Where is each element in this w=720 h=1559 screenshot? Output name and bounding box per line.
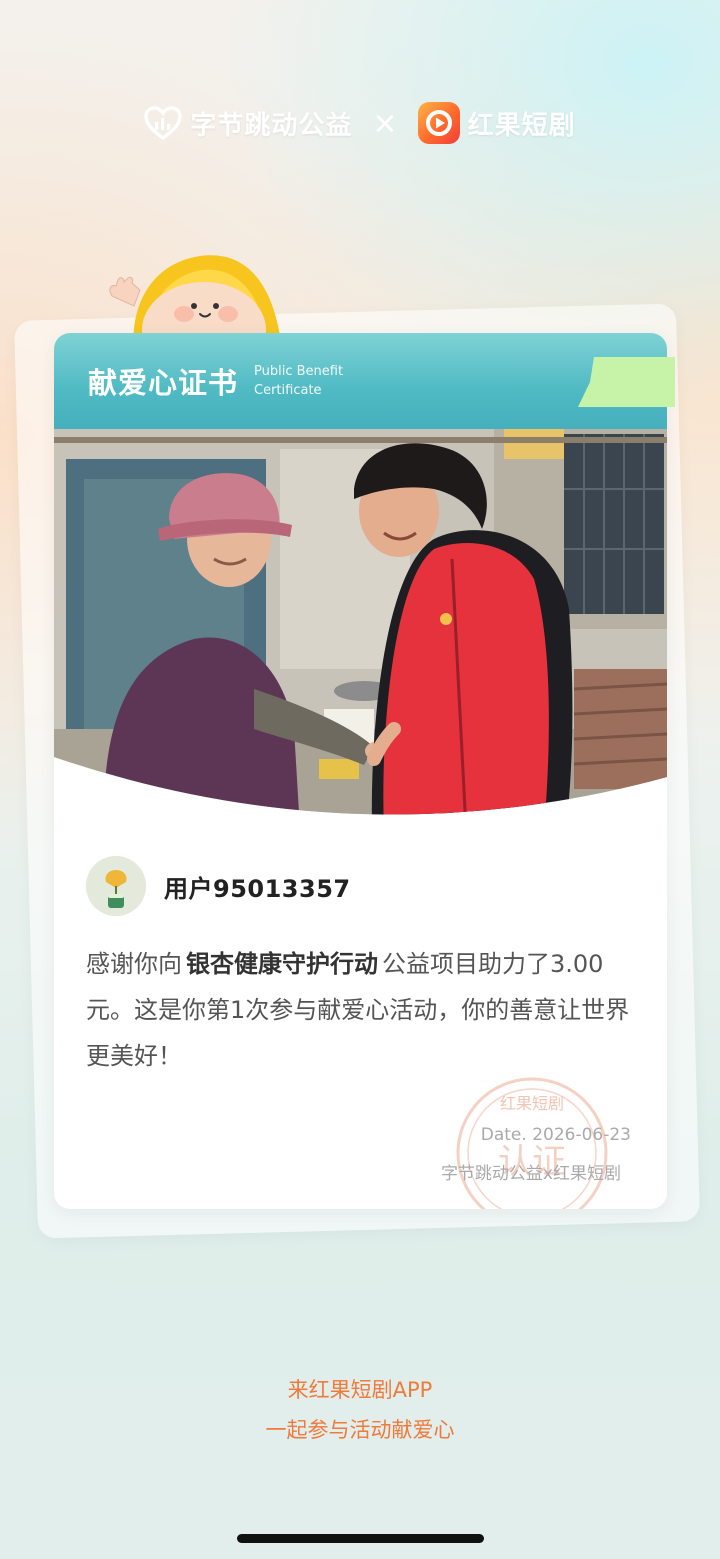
user-row: 用户95013357 (86, 856, 351, 916)
bytedance-charity-brand: 字节跳动公益 (144, 105, 352, 142)
project-name: 银杏健康守护行动 (186, 950, 378, 978)
hongguo-brand: 红果短剧 (417, 102, 576, 144)
certificate-subtitle: Public Benefit Certificate (254, 362, 343, 400)
certificate-banner: 献爱心证书 Public Benefit Certificate (54, 333, 667, 429)
certificate-title: 献爱心证书 (88, 366, 239, 400)
brand-right-label: 红果短剧 (467, 110, 576, 141)
message-pre: 感谢你向 (86, 950, 182, 978)
avatar (86, 856, 146, 916)
footer-line1[interactable]: 来红果短剧APP (0, 1370, 720, 1410)
hongguo-play-icon (417, 102, 460, 144)
thanks-message: 感谢你向 银杏健康守护行动 公益项目助力了3.00元。这是你第1次参与献爱心活动，你… (86, 941, 638, 1079)
brand-left-label: 字节跳动公益 (190, 110, 353, 141)
certificate-subtitle-line2: Certificate (254, 383, 322, 398)
certificate-card: 献爱心证书 Public Benefit Certificate 用户95013… (54, 333, 667, 1209)
collab-times-symbol: × (372, 105, 398, 141)
svg-text:红果短剧: 红果短剧 (500, 1094, 564, 1113)
charity-photo (54, 429, 667, 815)
footer-cta[interactable]: 来红果短剧APP 一起参与活动献爱心 (0, 1370, 720, 1450)
footer-line2[interactable]: 一起参与活动献爱心 (0, 1410, 720, 1450)
certificate-date: Date. 2026-06-23 (480, 1125, 631, 1145)
certificate-signature: 字节跳动公益x红果短剧 (440, 1164, 621, 1184)
certificate-subtitle-line1: Public Benefit (254, 364, 344, 379)
home-indicator[interactable] (237, 1534, 484, 1543)
ginkgo-avatar-icon (86, 856, 146, 916)
ribbon-decoration-icon (578, 357, 675, 407)
heart-chart-icon (144, 106, 183, 140)
header-logos: 字节跳动公益 × 红果短剧 (0, 98, 720, 148)
user-name: 用户95013357 (164, 874, 351, 903)
